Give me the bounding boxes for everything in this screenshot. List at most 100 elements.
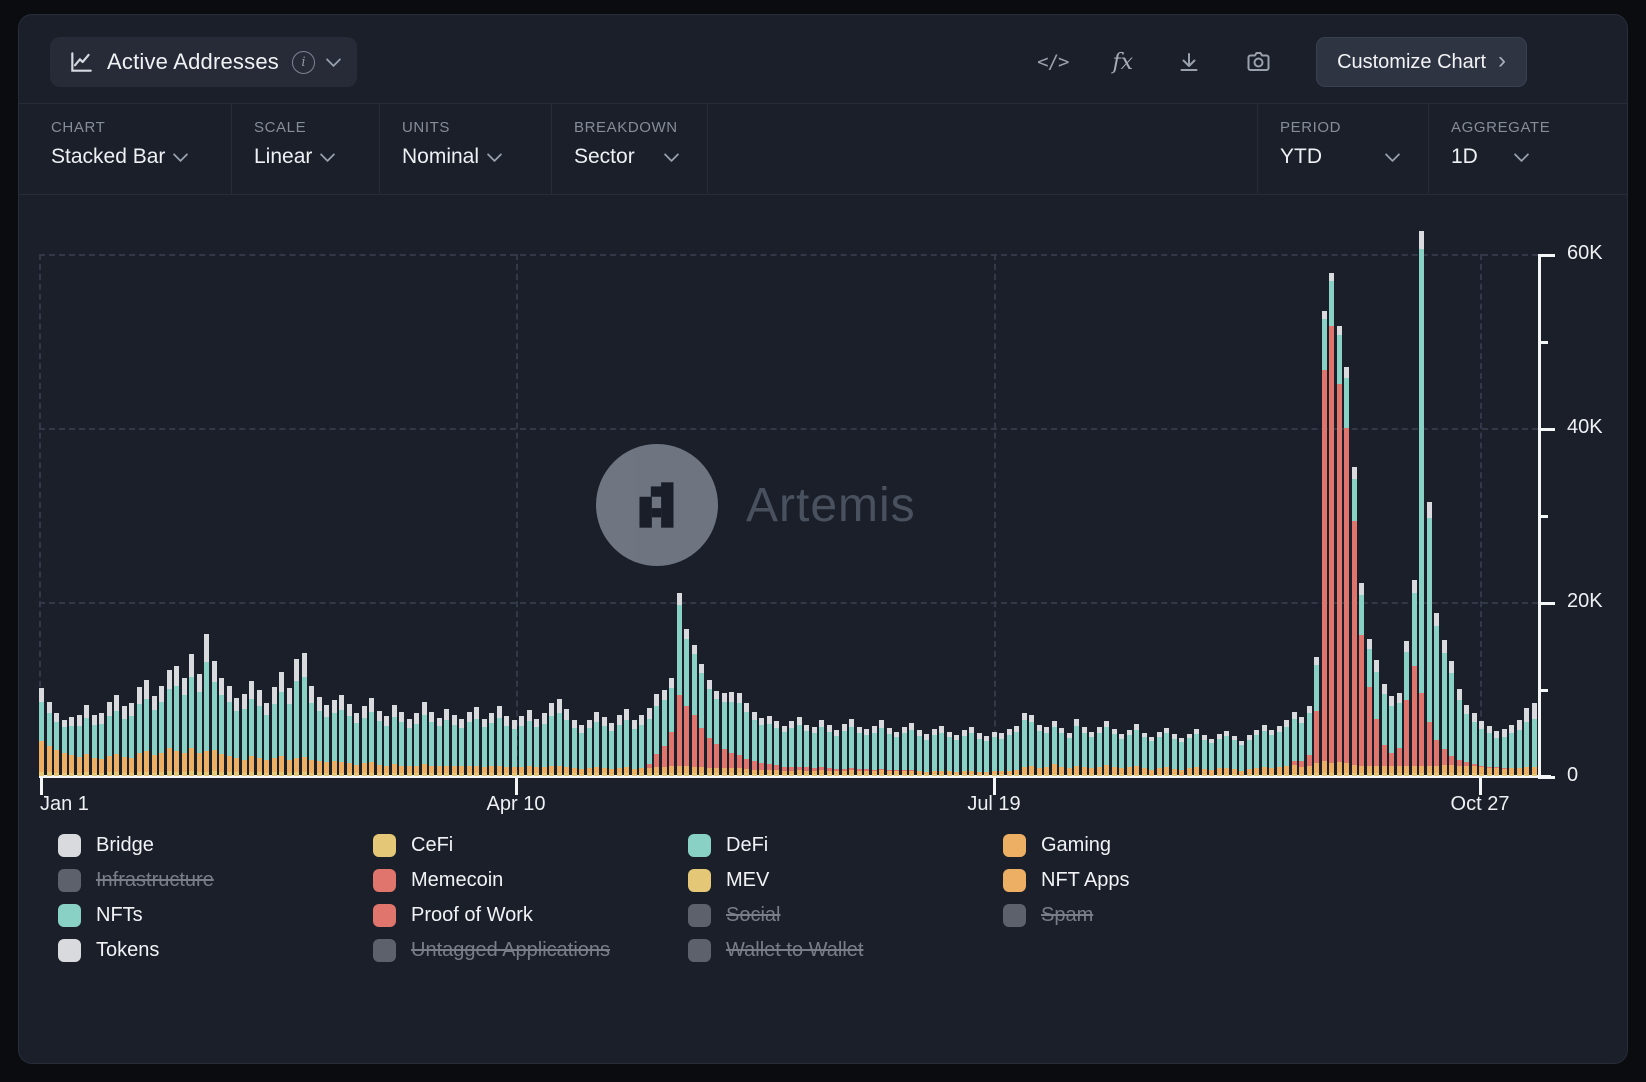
bar[interactable] xyxy=(714,691,719,776)
bar[interactable] xyxy=(1104,721,1109,776)
bar[interactable] xyxy=(872,726,877,776)
bar[interactable] xyxy=(474,707,479,776)
bar[interactable] xyxy=(204,634,209,776)
bar[interactable] xyxy=(1292,712,1297,776)
bar[interactable] xyxy=(1299,717,1304,776)
bar[interactable] xyxy=(92,715,97,776)
bar[interactable] xyxy=(1067,733,1072,776)
bar[interactable] xyxy=(324,705,329,776)
legend-item-spam[interactable]: Spam xyxy=(1003,903,1318,927)
bar[interactable] xyxy=(1134,724,1139,776)
bar[interactable] xyxy=(1044,727,1049,776)
bar[interactable] xyxy=(182,678,187,776)
bar[interactable] xyxy=(444,709,449,776)
bar[interactable] xyxy=(1247,735,1252,776)
legend-item-social[interactable]: Social xyxy=(688,903,1003,927)
bar[interactable] xyxy=(377,711,382,776)
bar[interactable] xyxy=(339,695,344,776)
bar[interactable] xyxy=(1029,715,1034,776)
bar[interactable] xyxy=(812,727,817,776)
bar[interactable] xyxy=(579,725,584,776)
bar[interactable] xyxy=(737,693,742,776)
bar[interactable] xyxy=(1494,731,1499,776)
bar[interactable] xyxy=(819,720,824,776)
bar[interactable] xyxy=(279,672,284,776)
bar[interactable] xyxy=(234,698,239,776)
bar[interactable] xyxy=(1127,730,1132,776)
bar[interactable] xyxy=(77,715,82,776)
bar[interactable] xyxy=(917,730,922,776)
bar[interactable] xyxy=(392,705,397,776)
bar[interactable] xyxy=(782,726,787,776)
bar[interactable] xyxy=(984,736,989,776)
bar[interactable] xyxy=(219,678,224,776)
bar[interactable] xyxy=(1502,729,1507,776)
bar[interactable] xyxy=(654,694,659,776)
bar[interactable] xyxy=(1382,684,1387,776)
bar[interactable] xyxy=(197,674,202,776)
bar[interactable] xyxy=(317,697,322,776)
bar[interactable] xyxy=(227,686,232,776)
control-period[interactable]: PERIOD YTD xyxy=(1257,104,1428,194)
bar[interactable] xyxy=(1157,732,1162,776)
bar[interactable] xyxy=(932,729,937,776)
bar[interactable] xyxy=(849,719,854,776)
bar[interactable] xyxy=(909,723,914,776)
bar[interactable] xyxy=(789,721,794,776)
bar[interactable] xyxy=(512,720,517,776)
bar[interactable] xyxy=(1262,725,1267,776)
bar[interactable] xyxy=(729,692,734,776)
bar[interactable] xyxy=(294,659,299,776)
bar[interactable] xyxy=(159,686,164,776)
bar[interactable] xyxy=(1209,739,1214,776)
bar[interactable] xyxy=(1059,728,1064,776)
bar[interactable] xyxy=(114,695,119,776)
bar[interactable] xyxy=(1254,730,1259,776)
bar[interactable] xyxy=(1464,705,1469,776)
bar[interactable] xyxy=(1344,367,1349,776)
bar[interactable] xyxy=(879,720,884,776)
bar[interactable] xyxy=(752,712,757,776)
bar[interactable] xyxy=(557,699,562,776)
legend-item-nfts[interactable]: NFTs xyxy=(58,903,373,927)
formula-icon[interactable]: fx xyxy=(1113,50,1134,75)
bar[interactable] xyxy=(1022,713,1027,776)
bar[interactable] xyxy=(1089,732,1094,776)
bar[interactable] xyxy=(1277,726,1282,776)
bar[interactable] xyxy=(947,732,952,776)
legend-item-tokens[interactable]: Tokens xyxy=(58,938,373,962)
bar[interactable] xyxy=(414,713,419,776)
bar[interactable] xyxy=(129,703,134,776)
bar[interactable] xyxy=(864,729,869,776)
bar[interactable] xyxy=(1314,657,1319,776)
bar[interactable] xyxy=(542,713,547,776)
legend-item-cefi[interactable]: CeFi xyxy=(373,833,688,857)
bar[interactable] xyxy=(62,720,67,776)
bar[interactable] xyxy=(1007,729,1012,776)
bar[interactable] xyxy=(977,733,982,776)
bar[interactable] xyxy=(692,645,697,776)
camera-icon[interactable] xyxy=(1245,50,1272,74)
bar[interactable] xyxy=(429,712,434,776)
bar[interactable] xyxy=(662,690,667,776)
bar[interactable] xyxy=(249,681,254,776)
bar[interactable] xyxy=(1112,729,1117,776)
bar[interactable] xyxy=(1322,311,1327,776)
legend-item-bridge[interactable]: Bridge xyxy=(58,833,373,857)
bar[interactable] xyxy=(857,727,862,776)
bar[interactable] xyxy=(587,720,592,776)
bar[interactable] xyxy=(152,696,157,776)
bar[interactable] xyxy=(399,712,404,776)
bar[interactable] xyxy=(369,698,374,776)
bar[interactable] xyxy=(1532,703,1537,776)
bar[interactable] xyxy=(939,726,944,776)
bar[interactable] xyxy=(962,730,967,776)
bar[interactable] xyxy=(39,688,44,776)
bar[interactable] xyxy=(1367,639,1372,776)
bar[interactable] xyxy=(437,718,442,776)
bar[interactable] xyxy=(699,664,704,776)
customize-chart-button[interactable]: Customize Chart › xyxy=(1316,37,1527,87)
bar[interactable] xyxy=(1052,721,1057,776)
bar[interactable] xyxy=(1457,689,1462,776)
bar[interactable] xyxy=(1404,641,1409,776)
